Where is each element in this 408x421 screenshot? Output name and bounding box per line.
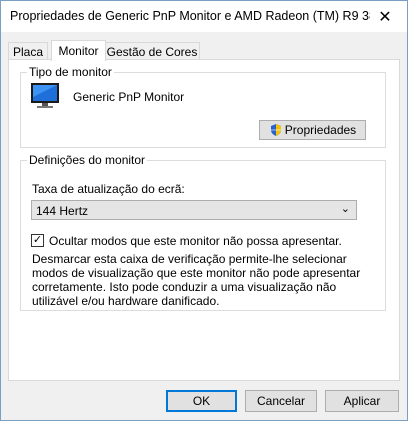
hide-modes-label[interactable]: Ocultar modos que este monitor não possa… (49, 234, 342, 248)
window-title: Propriedades de Generic PnP Monitor e AM… (10, 9, 370, 23)
monitor-settings-group-label: Definições do monitor (27, 153, 148, 167)
properties-button-label: Propriedades (284, 123, 357, 137)
hide-modes-description: Desmarcar esta caixa de verificação perm… (32, 252, 361, 308)
hide-modes-checkbox[interactable]: ✓ (31, 234, 44, 247)
monitor-icon (31, 83, 59, 108)
properties-button[interactable]: Propriedades (259, 120, 366, 140)
close-icon: ✕ (378, 8, 392, 26)
refresh-rate-value: 144 Hertz (36, 204, 89, 218)
checkmark-icon: ✓ (32, 234, 43, 246)
monitor-type-group-label: Tipo de monitor (27, 65, 114, 79)
chevron-down-icon: ⌄ (340, 203, 350, 215)
ok-button[interactable]: OK (166, 390, 237, 412)
close-button[interactable]: ✕ (363, 1, 407, 32)
tab-placa[interactable]: Placa (8, 42, 48, 60)
tab-monitor[interactable]: Monitor (51, 40, 106, 61)
tab-gestao-de-cores[interactable]: Gestão de Cores (104, 42, 200, 60)
refresh-rate-label: Taxa de atualização do ecrã: (32, 182, 185, 196)
monitor-name: Generic PnP Monitor (73, 90, 185, 104)
properties-dialog: Propriedades de Generic PnP Monitor e AM… (0, 0, 408, 421)
title-bar[interactable]: Propriedades de Generic PnP Monitor e AM… (1, 1, 407, 32)
cancel-button[interactable]: Cancelar (245, 390, 317, 412)
uac-shield-icon (270, 124, 281, 136)
apply-button[interactable]: Aplicar (325, 390, 399, 412)
refresh-rate-dropdown[interactable]: 144 Hertz ⌄ (31, 200, 357, 220)
